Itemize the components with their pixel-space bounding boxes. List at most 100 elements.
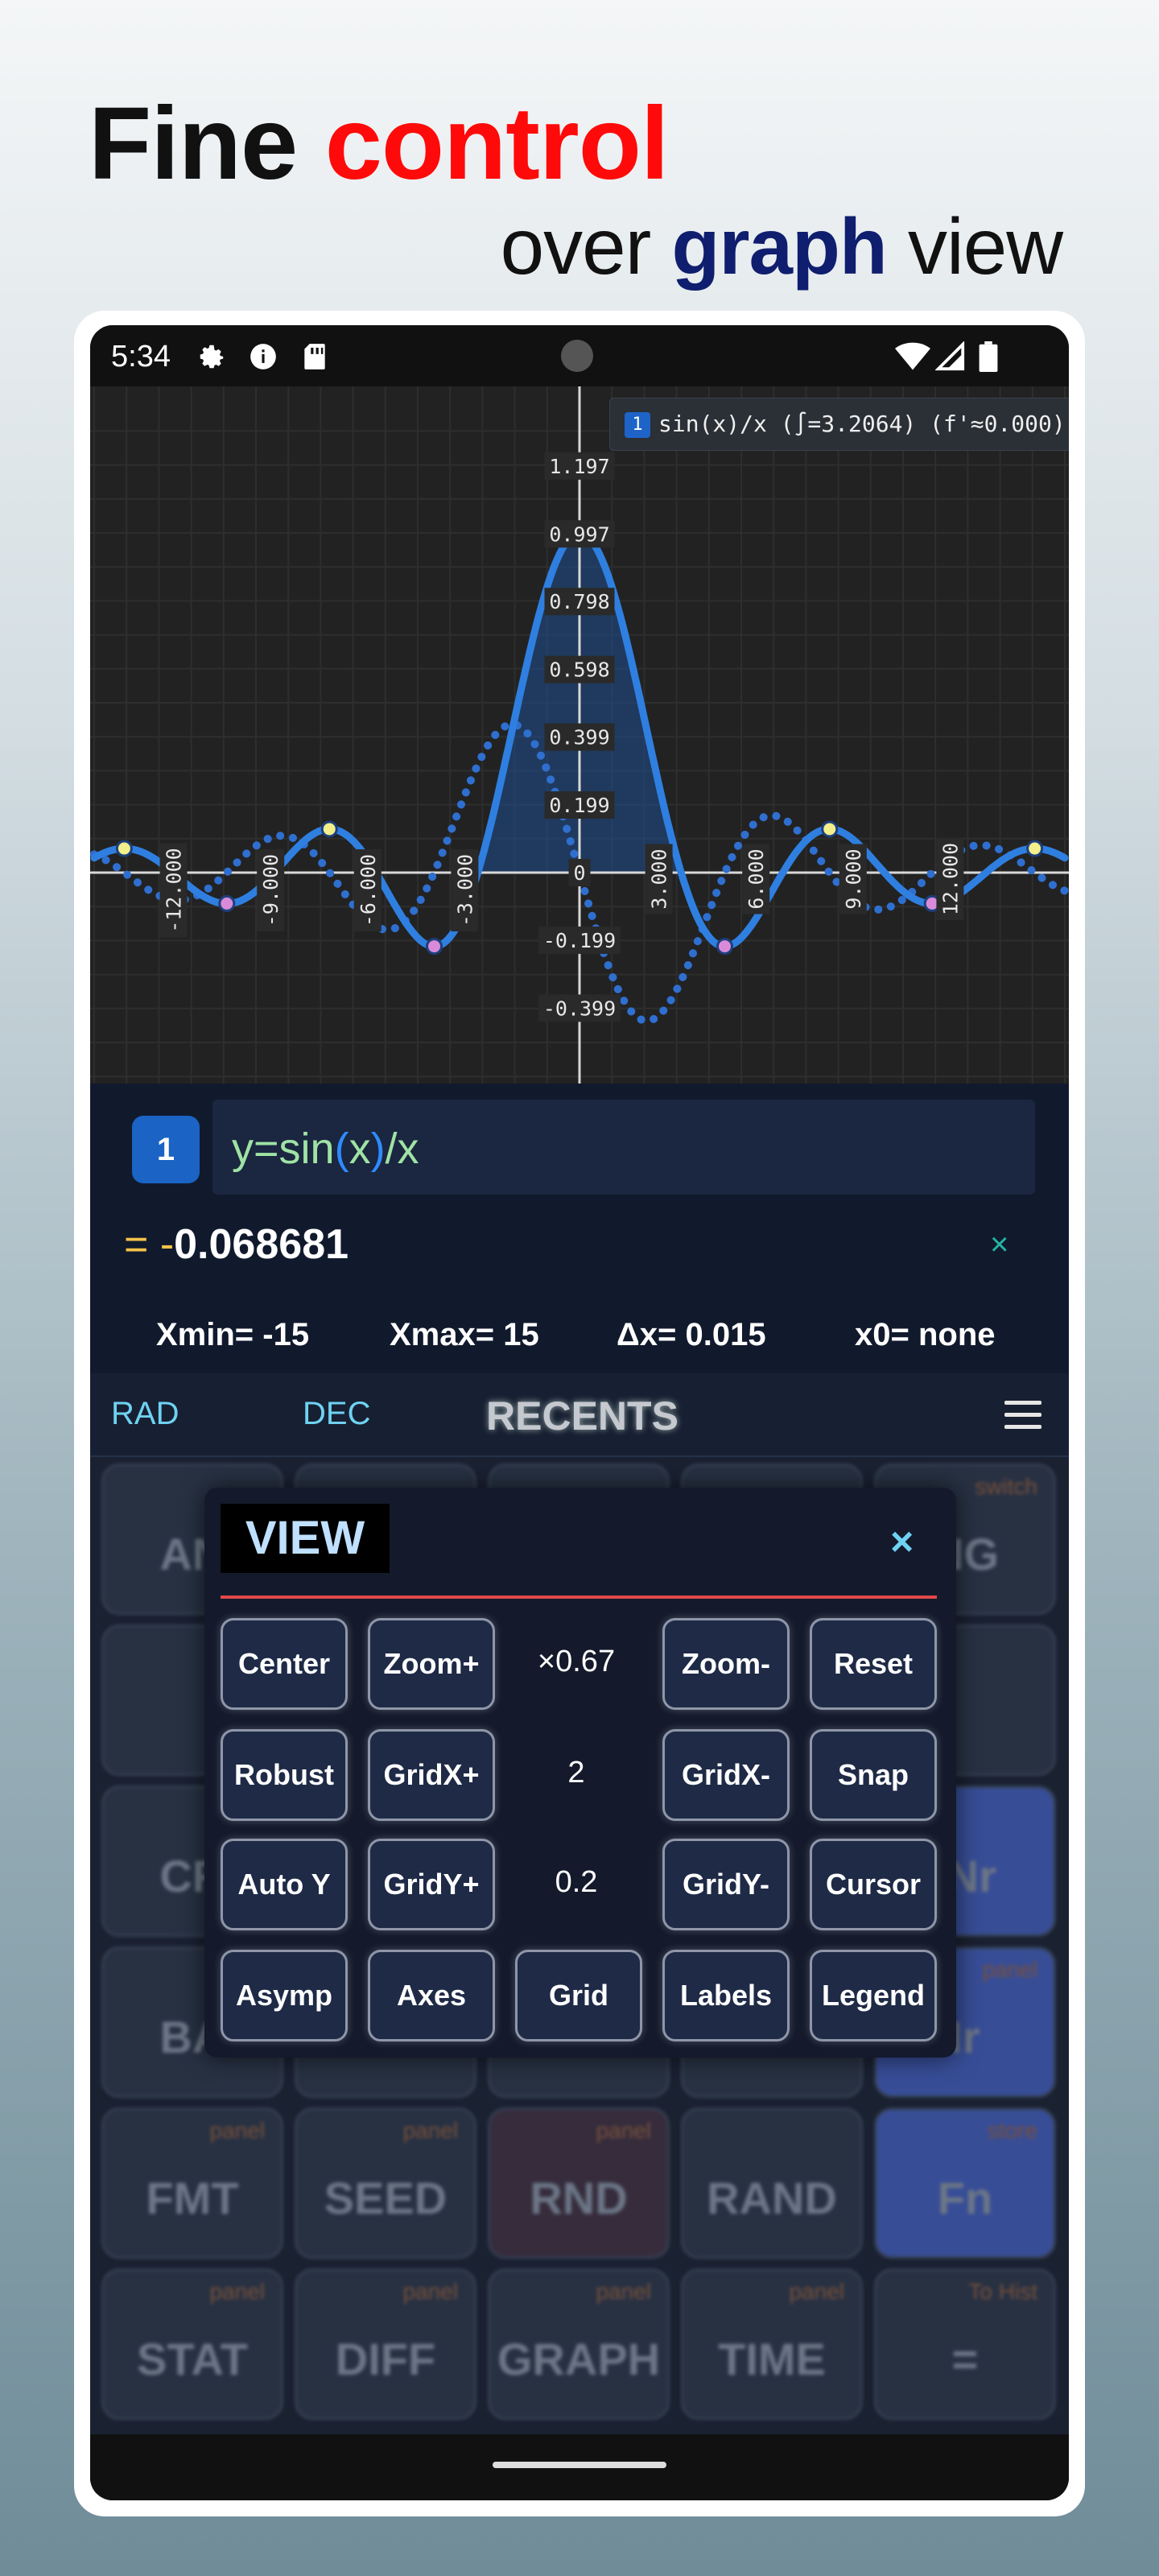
hamburger-menu-icon[interactable] <box>1004 1401 1041 1437</box>
maximum-point[interactable] <box>821 820 839 838</box>
minimum-point[interactable] <box>716 938 733 956</box>
result-display: = -0.068681 <box>124 1220 349 1269</box>
headline-line-2: over graph view <box>501 201 1063 292</box>
background-key-sublabel: store <box>987 2118 1037 2143</box>
view-grid-button[interactable]: Grid <box>515 1950 642 2041</box>
legend-text: sin(x)/x (∫=3.2064) (f'≈0.000) <box>658 411 1066 437</box>
xmax-label[interactable]: Xmax= 15 <box>390 1317 539 1353</box>
dx-label[interactable]: Δx= 0.015 <box>617 1317 766 1353</box>
view-legend-button[interactable]: Legend <box>810 1950 937 2041</box>
maximum-point[interactable] <box>115 840 133 857</box>
cell-signal-icon <box>934 341 966 376</box>
view-axes-button[interactable]: Axes <box>368 1950 495 2041</box>
background-key: STAT panel <box>101 2268 283 2420</box>
x-tick-label: 3.000 <box>645 844 673 914</box>
background-key-sublabel: switch <box>975 1474 1037 1499</box>
headline-accent: graph <box>671 202 887 291</box>
background-key-label: STAT <box>137 2334 248 2384</box>
base-mode-toggle[interactable]: DEC <box>303 1396 370 1432</box>
maximum-point[interactable] <box>320 820 338 838</box>
camera-cutout <box>561 340 593 372</box>
legend-index: 1 <box>625 412 650 438</box>
x-tick-label-text: -6.000 <box>357 854 380 927</box>
x-tick-label-text: -9.000 <box>259 854 283 927</box>
info-icon <box>248 341 278 376</box>
equation-index-badge[interactable]: 1 <box>132 1116 200 1183</box>
background-key: Fn store <box>874 2107 1056 2259</box>
y-tick-label: 0.997 <box>544 520 615 548</box>
y-tick-label: 0.598 <box>544 655 615 683</box>
view-gridy-button[interactable]: GridY+ <box>368 1839 495 1930</box>
view-snap-button[interactable]: Snap <box>810 1729 937 1821</box>
view-labels-button[interactable]: Labels <box>662 1950 790 2041</box>
home-gesture-handle[interactable] <box>493 2462 666 2468</box>
view-step-value: 2 <box>567 1756 585 1790</box>
y-tick-label-text: 0.798 <box>549 590 609 613</box>
background-key-label: TIME <box>718 2334 826 2384</box>
status-time: 5:34 <box>111 340 171 374</box>
view-asymp-button[interactable]: Asymp <box>221 1950 348 2041</box>
y-tick-label: 1.197 <box>544 452 615 480</box>
view-center-button[interactable]: Center <box>221 1618 348 1710</box>
background-key-label: RAND <box>707 2173 837 2223</box>
equation-arg: x <box>349 1125 371 1173</box>
view-auto-y-button[interactable]: Auto Y <box>221 1839 348 1930</box>
angle-mode-toggle[interactable]: RAD <box>111 1396 179 1432</box>
y-tick-label: -0.399 <box>538 994 621 1022</box>
x-tick-label: -3.000 <box>451 849 479 931</box>
view-gridx-button[interactable]: GridX- <box>662 1729 790 1821</box>
background-key-label: = <box>951 2334 979 2384</box>
view-gridx-button[interactable]: GridX+ <box>368 1729 495 1821</box>
view-cursor-button[interactable]: Cursor <box>810 1839 937 1930</box>
view-zoom-button[interactable]: Zoom+ <box>368 1618 495 1710</box>
y-tick-label: 0.798 <box>544 588 615 616</box>
equation-lhs: y=sin <box>232 1125 335 1173</box>
function-plot[interactable]: 1.197 0.997 0.798 0.598 0.399 0.199 0 -0.199 -0.… <box>90 386 1069 1084</box>
mode-bar: RAD DEC RECENTS <box>90 1373 1069 1457</box>
y-tick-label: -0.199 <box>538 926 621 954</box>
maximum-point[interactable] <box>1026 840 1044 857</box>
background-key-sublabel: panel <box>402 2279 458 2304</box>
headline-plain: view <box>886 202 1063 291</box>
headline-line-1: Fine control <box>89 85 669 203</box>
x-tick-label-text: -12.000 <box>163 848 186 932</box>
background-key: SEED panel <box>295 2107 476 2259</box>
x-tick-label: 9.000 <box>839 844 867 914</box>
background-key-label: SEED <box>324 2173 448 2223</box>
y-tick-label-text: 0.199 <box>549 794 609 817</box>
background-key: TIME panel <box>681 2268 863 2420</box>
background-key-label: DIFF <box>335 2334 436 2384</box>
equation-paren: ) <box>370 1125 386 1173</box>
x-tick-label-text: 6.000 <box>744 848 768 909</box>
graph-legend[interactable]: 1 sin(x)/x (∫=3.2064) (f'≈0.000) <box>609 398 1069 451</box>
gear-icon <box>196 341 227 376</box>
y-tick-label-text: -0.399 <box>543 997 616 1020</box>
expression-area: 1 y=sin(x)/x = -0.068681 × Xmin= -15 Xma… <box>90 1084 1069 1381</box>
minimum-point[interactable] <box>426 938 443 956</box>
background-key: FMT panel <box>101 2107 283 2259</box>
y-tick-label-text: 0.598 <box>549 658 609 682</box>
equation-input[interactable]: y=sin(x)/x <box>212 1100 1035 1195</box>
background-key-sublabel: panel <box>209 2118 265 2143</box>
y-tick-label: 0.399 <box>544 723 615 751</box>
x0-label[interactable]: x0= none <box>855 1317 996 1353</box>
view-gridy-button[interactable]: GridY- <box>662 1839 790 1930</box>
dialog-title: VIEW <box>221 1504 390 1573</box>
view-step-value: 0.2 <box>555 1865 598 1899</box>
view-robust-button[interactable]: Robust <box>221 1729 348 1821</box>
recents-tab[interactable]: RECENTS <box>486 1393 678 1439</box>
minimum-point[interactable] <box>218 894 236 912</box>
y-tick-label-text: 0.997 <box>549 522 609 546</box>
x-tick-label-text: 3.000 <box>648 848 671 909</box>
sd-card-icon <box>301 341 328 376</box>
y-tick-label-text: 1.197 <box>549 455 609 478</box>
dialog-close-icon[interactable]: × <box>890 1518 914 1565</box>
background-key-label: GRAPH <box>497 2334 661 2384</box>
equation-paren: ( <box>334 1125 349 1173</box>
background-key-sublabel: panel <box>402 2118 458 2143</box>
view-zoom-button[interactable]: Zoom- <box>662 1618 790 1710</box>
graph-view[interactable]: 1.197 0.997 0.798 0.598 0.399 0.199 0 -0.199 -0.… <box>90 386 1069 1084</box>
view-reset-button[interactable]: Reset <box>810 1618 937 1710</box>
clear-result-button[interactable]: × <box>990 1227 1008 1263</box>
xmin-label[interactable]: Xmin= -15 <box>156 1317 309 1353</box>
